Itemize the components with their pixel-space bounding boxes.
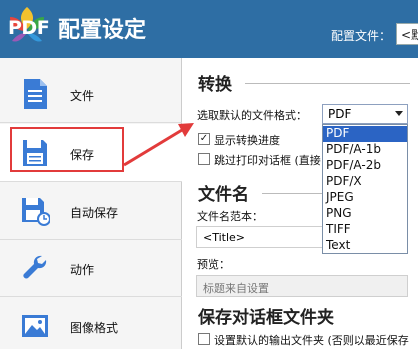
profile-select[interactable]: <默 bbox=[396, 23, 418, 45]
format-option[interactable]: PDF bbox=[323, 126, 407, 142]
chevron-down-icon bbox=[395, 111, 403, 116]
section-title-convert: 转换 bbox=[198, 75, 232, 95]
format-option[interactable]: PNG bbox=[323, 206, 407, 222]
default-output-folder-label: 设置默认的输出文件夹 (否则以最近保存 bbox=[214, 334, 409, 347]
show-progress-label: 显示转换进度 bbox=[214, 134, 280, 147]
format-option[interactable]: JPEG bbox=[323, 190, 407, 206]
sidebar-item-actions[interactable]: 动作 bbox=[0, 239, 182, 297]
sidebar-item-document[interactable]: 文件 bbox=[0, 65, 182, 123]
format-dropdown-list: PDF PDF/A-1b PDF/A-2b PDF/X JPEG PNG TIF… bbox=[322, 124, 408, 254]
auto-save-icon bbox=[22, 198, 50, 226]
wrench-icon bbox=[23, 255, 47, 279]
skip-print-dialog-label: 跳过打印对话框 (直接 bbox=[214, 154, 321, 167]
preview-field: 标题来自设置 bbox=[196, 275, 408, 297]
section-divider bbox=[262, 193, 322, 194]
header-bar: PDF 配置设定 配置文件： <默 bbox=[0, 0, 418, 58]
sidebar-item-label: 自动保存 bbox=[70, 206, 119, 220]
format-select[interactable]: PDF bbox=[322, 104, 408, 124]
preview-label: 预览： bbox=[197, 258, 230, 271]
format-option[interactable]: PDF/A-1b bbox=[323, 142, 407, 158]
section-title-filename: 文件名 bbox=[198, 185, 249, 205]
format-option[interactable]: PDF/X bbox=[323, 174, 407, 190]
annotation-highlight-box bbox=[10, 127, 124, 172]
format-option[interactable]: TIFF bbox=[323, 222, 407, 238]
document-icon bbox=[24, 79, 47, 109]
filename-template-label: 文件名范本： bbox=[197, 210, 263, 223]
sidebar-item-image-format[interactable]: 图像格式 bbox=[0, 297, 182, 355]
section-divider bbox=[245, 83, 410, 84]
page-title: 配置设定 bbox=[58, 18, 147, 43]
format-option[interactable]: Text bbox=[323, 238, 407, 254]
format-option[interactable]: PDF/A-2b bbox=[323, 158, 407, 174]
section-title-save-dialog: 保存对话框文件夹 bbox=[198, 308, 334, 328]
sidebar-item-label: 图像格式 bbox=[70, 321, 119, 335]
default-output-folder-checkbox[interactable] bbox=[198, 333, 210, 345]
sidebar: 文件 保存 自动保存 动作 图像格式 bbox=[0, 58, 182, 349]
sidebar-item-auto-save[interactable]: 自动保存 bbox=[0, 182, 182, 240]
sidebar-item-label: 文件 bbox=[70, 89, 95, 103]
profile-label: 配置文件： bbox=[331, 29, 392, 43]
show-progress-checkbox[interactable]: ✓ bbox=[198, 133, 210, 145]
skip-print-dialog-checkbox[interactable] bbox=[198, 153, 210, 165]
sidebar-item-label: 动作 bbox=[70, 263, 95, 277]
default-format-label: 选取默认的文件格式： bbox=[197, 109, 307, 122]
logo-text: PDF bbox=[8, 17, 50, 39]
image-icon bbox=[22, 315, 48, 337]
format-select-value: PDF bbox=[328, 107, 352, 121]
